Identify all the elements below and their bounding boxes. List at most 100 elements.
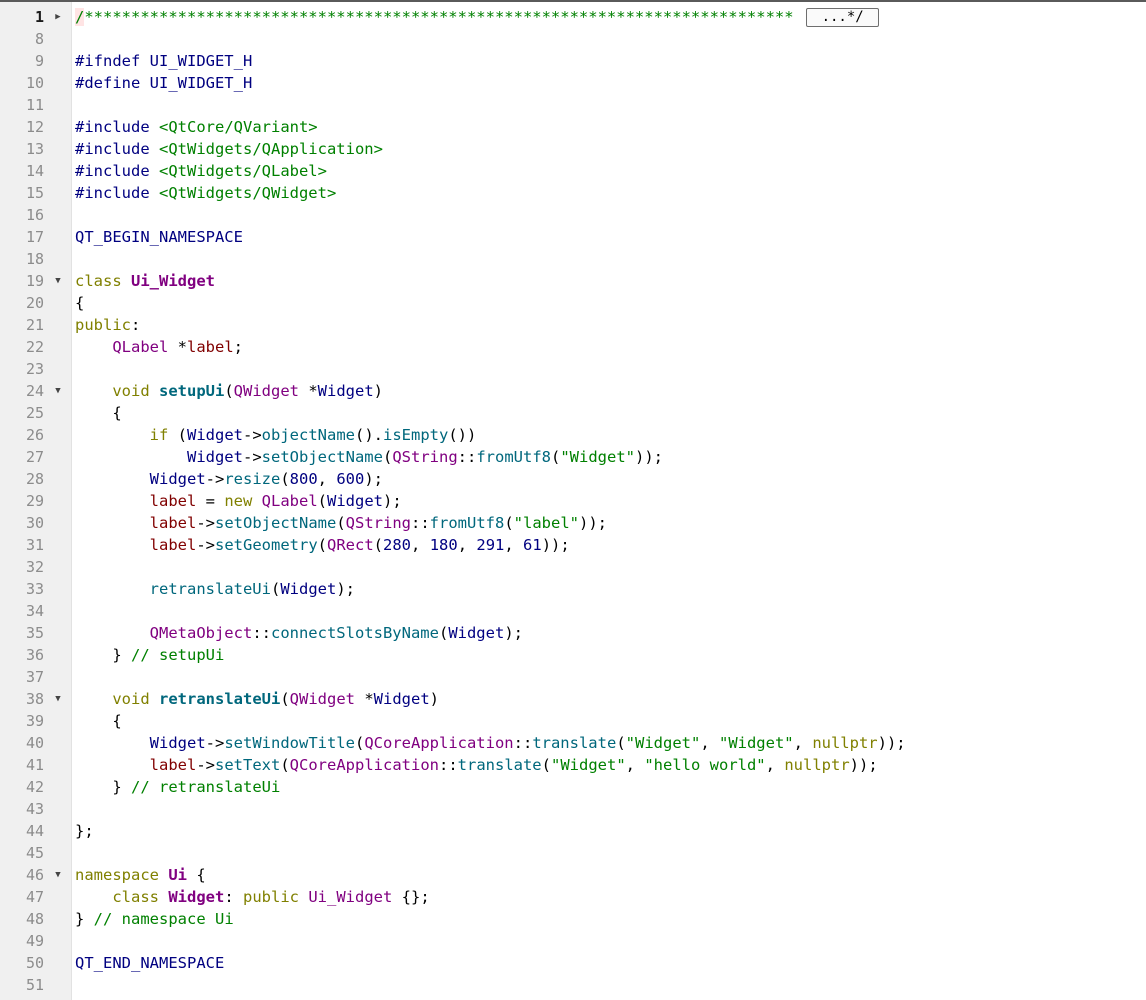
fold-expanded-icon[interactable]: ▼ [53,380,63,402]
line-number: 19 [25,272,44,290]
code-token: QT_END_NAMESPACE [75,954,225,972]
code-line[interactable]: 51 [0,974,1146,996]
code-text[interactable]: #ifndef UI_WIDGET_H [75,50,252,72]
code-line[interactable]: 8 [0,28,1146,50]
code-line[interactable]: 46 ▼ namespace Ui { [0,864,1146,886]
code-text[interactable]: } // setupUi [75,644,224,666]
code-text[interactable]: QT_END_NAMESPACE [75,952,224,974]
code-token: 291 [476,536,505,554]
code-token: ( [438,624,449,642]
code-text[interactable]: #include <QtCore/QVariant> [75,116,318,138]
code-line[interactable]: 32 [0,556,1146,578]
code-token: Widget [280,580,337,598]
code-line[interactable]: 31 label->setGeometry(QRect(280, 180, 29… [0,534,1146,556]
code-editor[interactable]: 1 ▶/*************************************… [0,0,1146,1000]
code-text[interactable]: { [75,710,121,732]
code-line[interactable]: 45 [0,842,1146,864]
code-line[interactable]: 44}; [0,820,1146,842]
code-text[interactable]: label = new QLabel(Widget); [75,490,402,512]
code-line[interactable]: 9 #ifndef UI_WIDGET_H [0,50,1146,72]
fold-expanded-icon[interactable]: ▼ [53,688,63,710]
code-token: QT_BEGIN_NAMESPACE [75,228,243,246]
code-text[interactable]: QMetaObject::connectSlotsByName(Widget); [75,622,523,644]
code-line[interactable]: 33 retranslateUi(Widget); [0,578,1146,600]
code-line[interactable]: 49 [0,930,1146,952]
code-line[interactable]: 34 [0,600,1146,622]
code-token: ( [354,734,365,752]
code-line[interactable]: 37 [0,666,1146,688]
code-text[interactable]: { [75,292,84,314]
code-line[interactable]: 29 label = new QLabel(Widget); [0,490,1146,512]
code-line[interactable]: 11 [0,94,1146,116]
code-line[interactable]: 13 #include <QtWidgets/QApplication> [0,138,1146,160]
code-text[interactable]: #include <QtWidgets/QWidget> [75,182,336,204]
code-line[interactable]: 15 #include <QtWidgets/QWidget> [0,182,1146,204]
code-line[interactable]: 20 { [0,292,1146,314]
code-line[interactable]: 23 [0,358,1146,380]
line-number: 38 [25,690,44,708]
code-text[interactable]: class Ui_Widget [75,270,215,292]
code-line[interactable]: 27 Widget->setObjectName(QString::fromUt… [0,446,1146,468]
code-line[interactable]: 18 [0,248,1146,270]
code-line[interactable]: 43 [0,798,1146,820]
code-line[interactable]: 22 QLabel *label; [0,336,1146,358]
code-text[interactable]: #include <QtWidgets/QLabel> [75,160,327,182]
code-line[interactable]: 14 #include <QtWidgets/QLabel> [0,160,1146,182]
code-line[interactable]: 24 ▼ void setupUi(QWidget *Widget) [0,380,1146,402]
code-text[interactable]: if (Widget->objectName().isEmpty()) [75,424,477,446]
code-line[interactable]: 28 Widget->resize(800, 600); [0,468,1146,490]
fold-collapsed-icon[interactable]: ▶ [53,6,63,28]
code-token: // namespace Ui [93,910,234,928]
code-token: nullptr [812,734,878,752]
code-line[interactable]: 40 Widget->setWindowTitle(QCoreApplicati… [0,732,1146,754]
code-text[interactable]: label->setGeometry(QRect(280, 180, 291, … [75,534,570,556]
line-number: 28 [25,470,44,488]
code-text[interactable]: /***************************************… [75,6,879,28]
code-line[interactable]: 50 QT_END_NAMESPACE [0,952,1146,974]
code-text[interactable]: #include <QtWidgets/QApplication> [75,138,383,160]
code-text[interactable]: label->setObjectName(QString::fromUtf8("… [75,512,607,534]
code-line[interactable]: 21 public: [0,314,1146,336]
collapsed-block-marker[interactable]: ...*/ [805,8,879,27]
fold-expanded-icon[interactable]: ▼ [53,864,63,886]
code-text[interactable]: } // retranslateUi [75,776,280,798]
code-text[interactable]: }; [75,820,94,842]
code-line[interactable]: 1 ▶ /*************************************… [0,6,1146,28]
line-number: 30 [25,514,44,532]
code-text[interactable]: QLabel *label; [75,336,243,358]
code-line[interactable]: 38 ▼ void retranslateUi(QWidget *Widget) [0,688,1146,710]
code-line[interactable]: 39 { [0,710,1146,732]
code-text[interactable]: retranslateUi(Widget); [75,578,355,600]
code-line[interactable]: 47 class Widget: public Ui_Widget {}; [0,886,1146,908]
code-text[interactable]: void retranslateUi(QWidget *Widget) [75,688,439,710]
code-line[interactable]: 36 } // setupUi [0,644,1146,666]
code-text[interactable]: #define UI_WIDGET_H [75,72,252,94]
code-text[interactable]: Widget->resize(800, 600); [75,468,383,490]
code-line[interactable]: 25 { [0,402,1146,424]
code-token: QString [392,448,458,466]
code-text[interactable]: { [75,402,121,424]
code-line[interactable]: 16 [0,204,1146,226]
code-line[interactable]: 10 #define UI_WIDGET_H [0,72,1146,94]
code-line[interactable]: 26 if (Widget->objectName().isEmpty()) [0,424,1146,446]
code-text[interactable]: public: [75,314,140,336]
code-text[interactable]: } // namespace Ui [75,908,234,930]
code-text[interactable]: label->setText(QCoreApplication::transla… [75,754,878,776]
code-text[interactable]: namespace Ui { [75,864,206,886]
code-text[interactable]: Widget->setObjectName(QString::fromUtf8(… [75,446,663,468]
code-line[interactable]: 19 ▼ class Ui_Widget [0,270,1146,292]
fold-expanded-icon[interactable]: ▼ [53,270,63,292]
code-line[interactable]: 42 } // retranslateUi [0,776,1146,798]
code-text[interactable]: void setupUi(QWidget *Widget) [75,380,383,402]
code-text[interactable]: Widget->setWindowTitle(QCoreApplication:… [75,732,906,754]
code-line[interactable]: 41 label->setText(QCoreApplication::tran… [0,754,1146,776]
code-line[interactable]: 12 #include <QtCore/QVariant> [0,116,1146,138]
code-text[interactable]: class Widget: public Ui_Widget {}; [75,886,429,908]
code-line[interactable]: 48} // namespace Ui [0,908,1146,930]
code-line[interactable]: 17 QT_BEGIN_NAMESPACE [0,226,1146,248]
code-text[interactable]: QT_BEGIN_NAMESPACE [75,226,243,248]
code-token: Widget [168,888,225,906]
code-line[interactable]: 35 QMetaObject::connectSlotsByName(Widge… [0,622,1146,644]
code-token: label [187,338,234,356]
code-line[interactable]: 30 label->setObjectName(QString::fromUtf… [0,512,1146,534]
